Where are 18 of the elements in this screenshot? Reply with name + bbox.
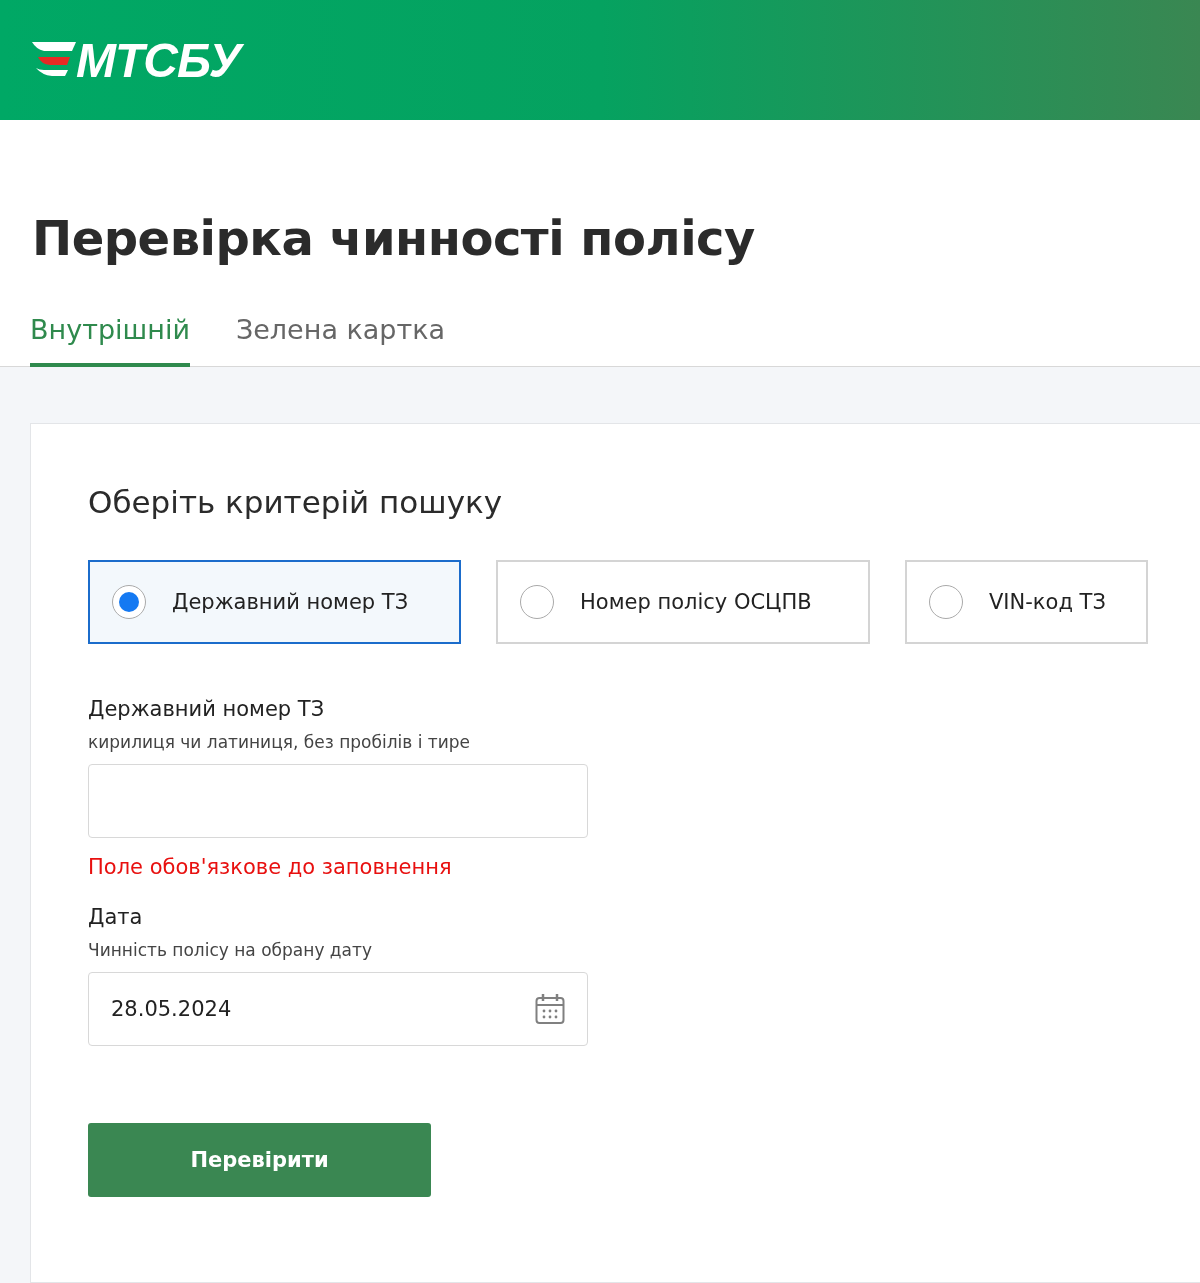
radio-button[interactable]	[929, 585, 963, 619]
field-hint: Чинність полісу на обрану дату	[88, 939, 373, 962]
date-field[interactable]: 28.05.2024	[88, 972, 588, 1046]
page-title: Перевірка чинності полісу	[32, 209, 756, 268]
radio-button[interactable]	[520, 585, 554, 619]
field-hint: кирилиця чи латиниця, без пробілів і тире	[88, 731, 471, 754]
tab[interactable]: Зелена картка	[235, 306, 446, 367]
submit-button[interactable]: Перевірити	[88, 1123, 431, 1197]
radio-option[interactable]: Державний номер ТЗ	[88, 560, 461, 644]
error-message: Поле обов'язкове до заповнення	[88, 854, 453, 881]
form-heading: Оберіть критерій пошуку	[88, 483, 504, 522]
radio-option[interactable]: VIN-код ТЗ	[905, 560, 1148, 644]
input-field[interactable]	[88, 764, 588, 838]
radio-button[interactable]	[112, 585, 146, 619]
field-label: Державний номер ТЗ	[88, 696, 326, 723]
calendar-icon[interactable]	[535, 993, 565, 1025]
radio-option[interactable]: Номер полісу ОСЦПВ	[496, 560, 870, 644]
field-label: Дата	[88, 904, 144, 931]
